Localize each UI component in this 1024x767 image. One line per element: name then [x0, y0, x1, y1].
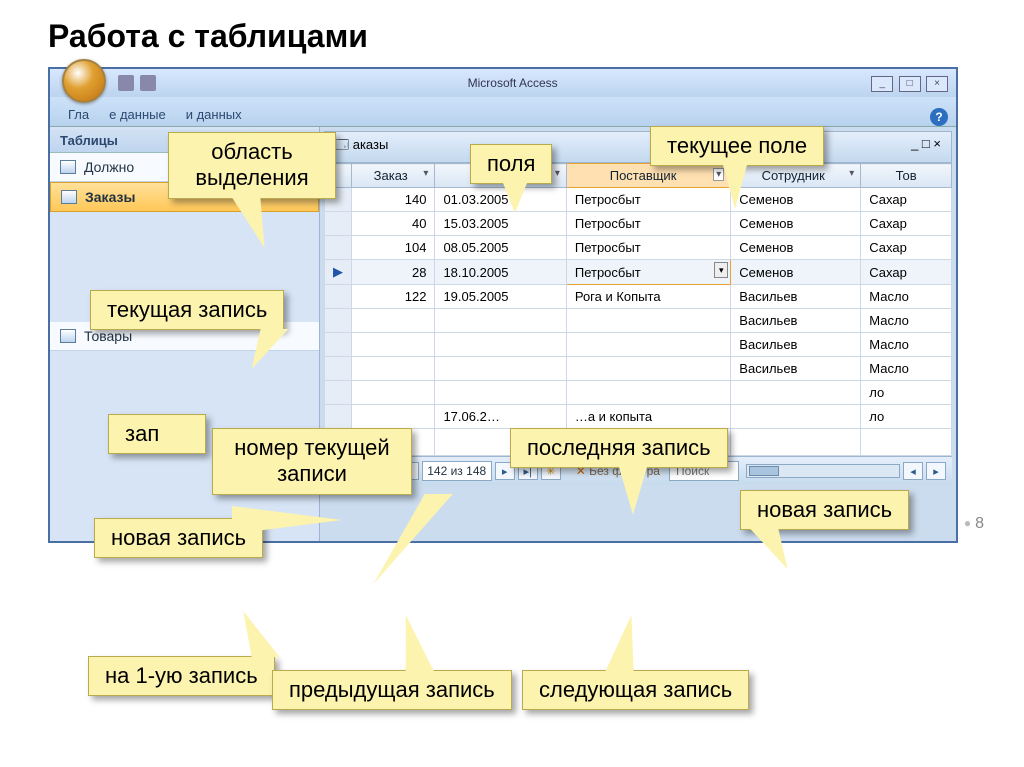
col-employee: Сотрудник▾ — [731, 164, 861, 188]
table-row[interactable]: ВасильевМасло — [325, 357, 952, 381]
callout-selection: область выделения — [168, 132, 336, 199]
window-controls: _ □ × — [869, 75, 948, 92]
office-button[interactable] — [62, 59, 106, 103]
callout-current-field: текущее поле — [650, 126, 824, 166]
ribbon-tabs: Гла е данные и данных ? — [50, 97, 956, 127]
scroll-right-icon[interactable]: ▸ — [926, 462, 946, 480]
callout-current-record: текущая запись — [90, 290, 284, 330]
callout-record-number: номер текущей записи — [212, 428, 412, 495]
col-product: Тов — [861, 164, 952, 188]
maximize-button[interactable]: □ — [899, 76, 921, 92]
datasheet-titlebar: 🗔 аказы _ □ × — [324, 131, 952, 163]
tab-home[interactable]: Гла — [58, 103, 99, 126]
callout-new-record-left: новая запись — [94, 518, 263, 558]
help-icon[interactable]: ? — [930, 108, 948, 126]
col-order: Заказ▾ — [352, 164, 435, 188]
callout-last-record: последняя запись — [510, 428, 728, 468]
ds-max-icon[interactable]: □ — [922, 136, 930, 151]
titlebar: Microsoft Access _ □ × — [50, 69, 956, 97]
callout-prev-record: предыдущая запись — [272, 670, 512, 710]
qat-undo-icon[interactable] — [140, 75, 156, 91]
page-number: 8 — [964, 515, 984, 533]
table-row[interactable]: ло — [325, 381, 952, 405]
record-position[interactable]: 142 из 148 — [422, 461, 492, 481]
close-button[interactable]: × — [926, 76, 948, 92]
table-row[interactable]: ВасильевМасло — [325, 309, 952, 333]
scroll-left-icon[interactable]: ◂ — [903, 462, 923, 480]
table-row[interactable]: 12219.05.2005Рога и КопытаВасильевМасло — [325, 285, 952, 309]
callout-new-record-right: новая запись — [740, 490, 909, 530]
tab-external-data[interactable]: е данные — [99, 103, 176, 126]
dropdown-icon[interactable]: ▾ — [714, 262, 728, 278]
table-row[interactable]: ВасильевМасло — [325, 333, 952, 357]
tab-db-tools[interactable]: и данных — [176, 103, 252, 126]
table-row[interactable]: ▶2818.10.2005Петросбыт▾СеменовСахар — [325, 260, 952, 285]
table-row[interactable]: 14001.03.2005ПетросбытСеменовСахар — [325, 188, 952, 212]
slide-title: Работа с таблицами — [48, 18, 1024, 55]
table-row[interactable]: 4015.03.2005ПетросбытСеменовСахар — [325, 212, 952, 236]
table-icon — [60, 329, 76, 343]
callout-next-record: следующая запись — [522, 670, 749, 710]
qat-save-icon[interactable] — [118, 75, 134, 91]
callout-first-record: на 1-ую запись — [88, 656, 275, 696]
minimize-button[interactable]: _ — [871, 76, 893, 92]
table-row[interactable]: 10408.05.2005ПетросбытСеменовСахар — [325, 236, 952, 260]
table-icon — [60, 160, 76, 174]
h-scrollbar[interactable] — [746, 464, 900, 478]
table-row[interactable]: 17.06.2……а и копытало — [325, 405, 952, 429]
callout-record-truncated: зап — [108, 414, 206, 454]
app-title: Microsoft Access — [468, 76, 558, 90]
data-table[interactable]: Заказ▾ Дата▾ Поставщик▾ Сотрудник▾ Тов 1… — [324, 163, 952, 456]
col-supplier: Поставщик▾ — [566, 164, 730, 188]
ds-min-icon[interactable]: _ — [911, 136, 918, 151]
ds-close-icon[interactable]: × — [933, 136, 941, 151]
callout-fields: поля — [470, 144, 552, 184]
table-icon — [61, 190, 77, 204]
